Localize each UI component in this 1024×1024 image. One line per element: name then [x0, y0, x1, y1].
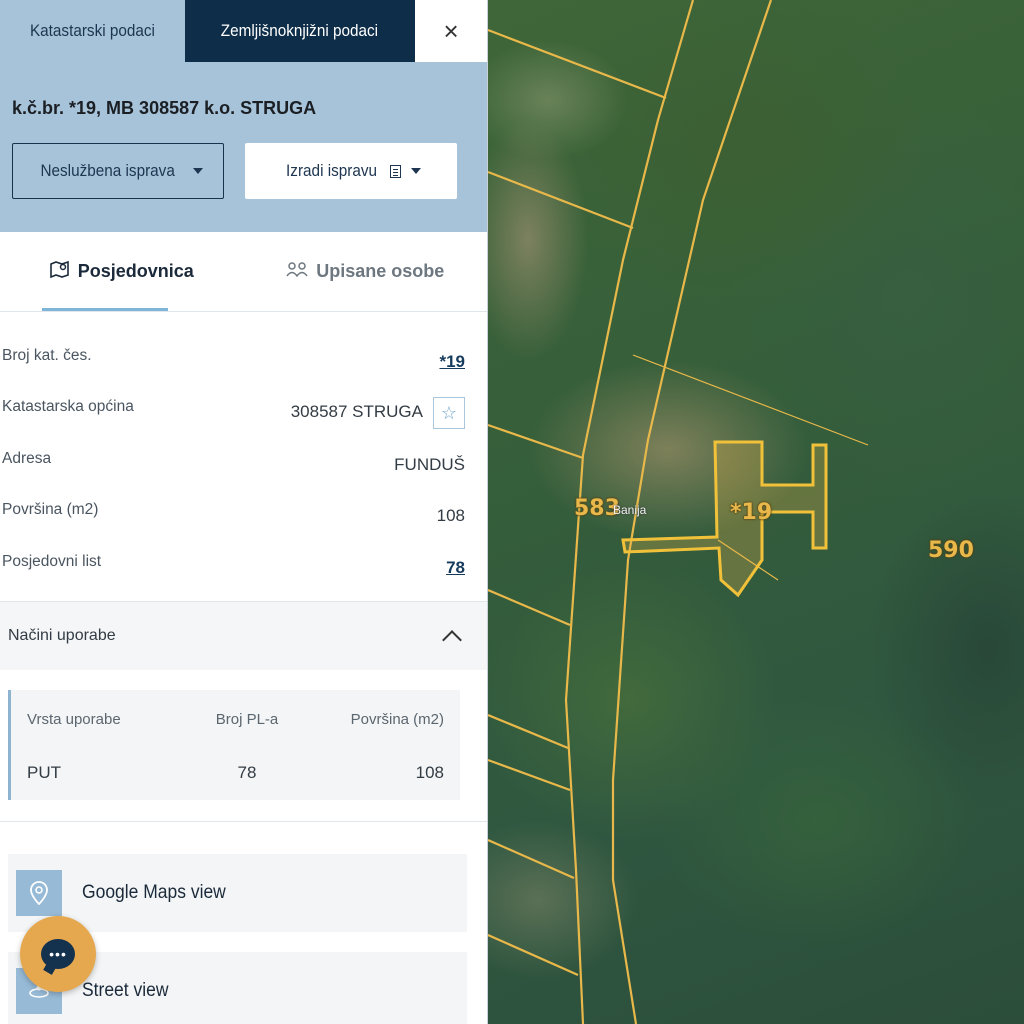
parcel-number-link[interactable]: *19 — [439, 352, 465, 372]
close-panel-button[interactable]: × — [415, 0, 487, 62]
map-label-parcel: *19 — [730, 500, 773, 525]
map-place-label: Banija — [613, 503, 647, 517]
uses-table-header: Vrsta uporabe Broj PL-a Površina (m2) — [27, 710, 444, 728]
favorite-star-icon[interactable]: ☆ — [433, 397, 465, 430]
panel-header: k.č.br. *19, MB 308587 k.o. STRUGA Neslu… — [0, 62, 487, 232]
caret-down-icon — [192, 168, 203, 174]
satellite-map[interactable]: 583 Banija *19 590 — [488, 0, 1024, 1024]
caret-down-icon — [411, 168, 422, 174]
possession-sheet-link[interactable]: 78 — [446, 558, 465, 578]
detail-row-parcel-number: Broj kat. čes. *19 — [2, 346, 465, 372]
selected-parcel — [621, 440, 828, 598]
unofficial-document-button[interactable]: Neslužbena isprava — [12, 143, 224, 199]
detail-row-possession-sheet: Posjedovni list 78 — [2, 552, 465, 578]
map-pin-icon — [49, 260, 70, 283]
detail-row-address: Adresa FUNDUŠ — [2, 449, 465, 474]
people-icon — [286, 261, 308, 282]
map-label-590: 590 — [928, 538, 974, 563]
tab-possession[interactable]: Posjedovnica — [0, 232, 244, 311]
chat-icon: ••• — [41, 939, 75, 969]
create-document-button[interactable]: Izradi ispravu — [245, 143, 457, 199]
document-icon — [390, 164, 402, 178]
tab-cadastral-data[interactable]: Katastarski podaci — [0, 0, 185, 62]
close-icon: × — [443, 15, 459, 46]
uses-section-title: Načini uporabe — [8, 627, 116, 644]
location-pin-icon — [16, 870, 62, 916]
chat-button[interactable]: ••• — [20, 916, 96, 992]
uses-table: Vrsta uporabe Broj PL-a Površina (m2) PU… — [8, 690, 460, 800]
subtabs: Posjedovnica Upisane osobe — [0, 232, 487, 312]
top-tabs: Katastarski podaci Zemljišnoknjižni poda… — [0, 0, 487, 62]
uses-section: Vrsta uporabe Broj PL-a Površina (m2) PU… — [0, 670, 487, 822]
parcel-title: k.č.br. *19, MB 308587 k.o. STRUGA — [12, 98, 317, 118]
tab-registered-persons[interactable]: Upisane osobe — [244, 232, 488, 311]
tab-land-registry-data[interactable]: Zemljišnoknjižni podaci — [184, 0, 416, 62]
detail-row-municipality: Katastarska općina 308587 STRUGA ☆ — [0, 388, 487, 440]
table-row: PUT 78 108 — [27, 763, 444, 782]
uses-section-toggle[interactable]: Načini uporabe — [0, 602, 487, 670]
detail-row-area: Površina (m2) 108 — [2, 501, 465, 526]
parcel-info-panel: Katastarski podaci Zemljišnoknjižni poda… — [0, 0, 488, 1024]
chevron-up-icon — [442, 630, 462, 650]
parcel-details: Broj kat. čes. *19 Katastarska općina 30… — [0, 312, 487, 602]
